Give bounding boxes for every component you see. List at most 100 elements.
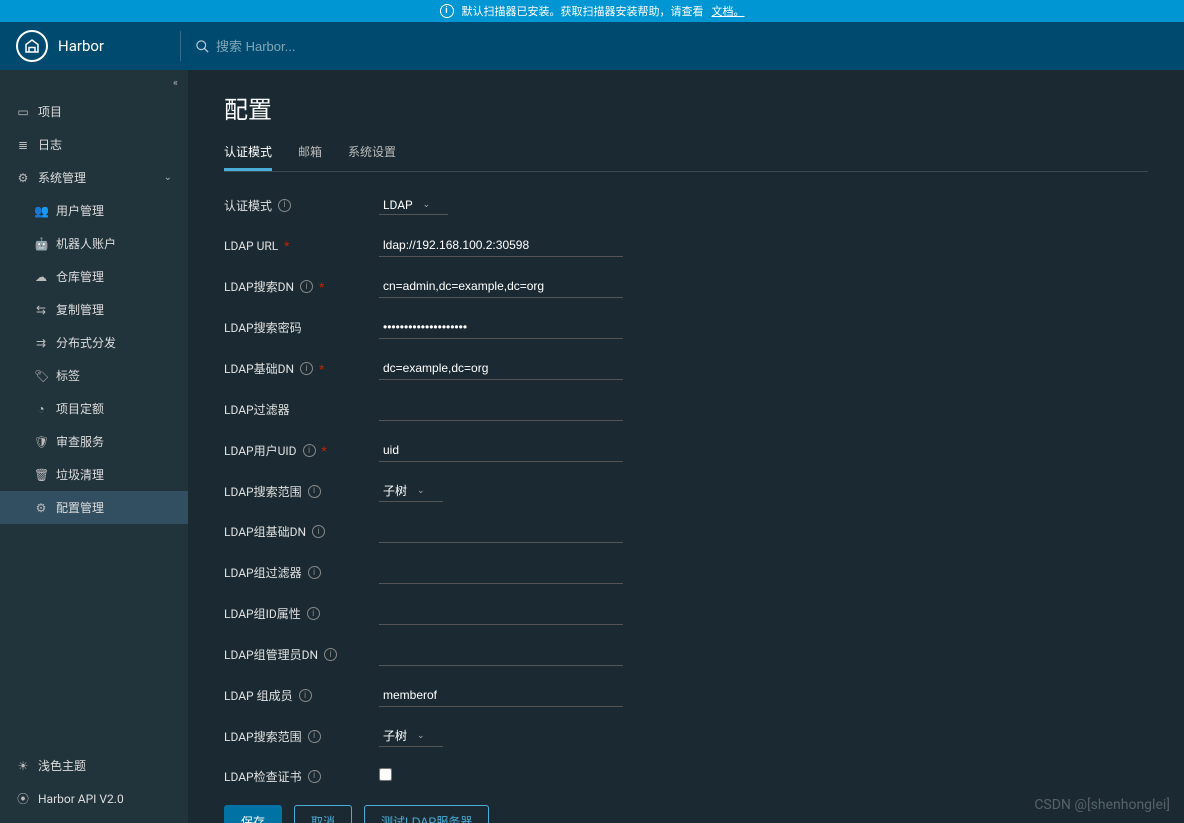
sidebar-item-admin[interactable]: ⚙ 系统管理 ⌄ [0,161,188,194]
sidebar-item-label: 分布式分发 [56,334,116,351]
sidebar-item-label: 仓库管理 [56,268,104,285]
sidebar: « ▭ 项目 ≣ 日志 ⚙ 系统管理 ⌄ 👥 用户管理 🤖机器人账户 ☁ 仓库管理 … [0,70,188,823]
label-ldap-group-member: LDAP 组成员 [224,687,293,704]
auth-mode-select[interactable]: LDAP⌄ [379,196,448,215]
banner-text: 默认扫描器已安装。获取扫描器安装帮助，请查看 [462,3,704,19]
info-icon[interactable]: i [303,444,316,457]
button-row: 保存 取消 测试LDAP服务器 [224,805,1148,823]
ldap-base-dn-input[interactable] [379,357,623,380]
tab-auth[interactable]: 认证模式 [224,143,272,171]
sidebar-item-label: 审查服务 [56,433,104,450]
sidebar-item-label: 系统管理 [38,169,86,186]
label-ldap-group-filter: LDAP组过滤器 [224,564,302,581]
sidebar-item-label: 垃圾清理 [56,466,104,483]
info-icon[interactable]: i [312,525,325,538]
sidebar-item-label: 用户管理 [56,202,104,219]
search-icon [195,39,210,54]
ldap-url-input[interactable] [379,234,623,257]
info-icon[interactable]: i [278,199,291,212]
banner-link[interactable]: 文档。 [712,3,745,19]
sidebar-item-theme[interactable]: ☀浅色主题 [0,749,188,782]
sidebar-item-label: 项目 [38,103,62,120]
sidebar-item-robot[interactable]: 🤖机器人账户 [0,227,188,260]
header: Harbor [0,22,1184,70]
ldap-scope-select[interactable]: 子树⌄ [379,480,443,502]
required-marker: * [322,444,327,458]
info-icon[interactable]: i [300,362,313,375]
info-icon[interactable]: i [324,648,337,661]
label-ldap-group-base-dn: LDAP组基础DN [224,523,306,540]
ldap-filter-input[interactable] [379,398,623,421]
tag-icon: 🏷 [34,369,48,383]
sidebar-item-tags[interactable]: 🏷标签 [0,359,188,392]
main-content: 配置 认证模式 邮箱 系统设置 认证模式iLDAP⌄ LDAP URL* LDA… [188,70,1184,823]
save-button[interactable]: 保存 [224,805,282,823]
chevron-down-icon: ⌄ [417,731,425,741]
label-ldap-search-dn: LDAP搜索DN [224,278,294,295]
sidebar-item-distribute[interactable]: ⇉分布式分发 [0,326,188,359]
sidebar-item-label: 项目定额 [56,400,104,417]
sidebar-item-config[interactable]: ⚙ 配置管理 [0,491,188,524]
chevron-down-icon: ⌄ [164,172,172,183]
test-ldap-button[interactable]: 测试LDAP服务器 [364,805,489,823]
ldap-group-member-input[interactable] [379,684,623,707]
sidebar-item-users[interactable]: 👥 用户管理 [0,194,188,227]
users-icon: 👥 [34,204,48,218]
sidebar-item-projects[interactable]: ▭ 项目 [0,95,188,128]
required-marker: * [319,280,324,294]
sidebar-item-audit[interactable]: 🛡 审查服务 [0,425,188,458]
label-ldap-base-dn: LDAP基础DN [224,360,294,377]
label-ldap-group-admin-dn: LDAP组管理员DN [224,646,318,663]
info-icon[interactable]: i [308,730,321,743]
logo[interactable]: Harbor [16,30,166,62]
label-ldap-scope2: LDAP搜索范围 [224,728,302,745]
ldap-search-pwd-input[interactable] [379,316,623,339]
info-icon[interactable]: i [308,485,321,498]
search-box[interactable] [195,39,1168,54]
projects-icon: ▭ [16,105,30,119]
sidebar-item-api[interactable]: ⦿ Harbor API V2.0 [0,782,188,815]
app-name: Harbor [58,37,104,55]
repo-icon: ☁ [34,270,48,284]
info-icon[interactable]: i [300,280,313,293]
label-auth-mode: 认证模式 [224,197,272,214]
info-icon[interactable]: i [307,607,320,620]
info-icon: i [440,4,454,18]
label-ldap-url: LDAP URL [224,239,278,253]
tab-system[interactable]: 系统设置 [348,143,396,171]
ldap-scope2-select[interactable]: 子树⌄ [379,725,443,747]
api-icon: ⦿ [16,790,30,807]
sun-icon: ☀ [16,759,30,773]
ldap-search-dn-input[interactable] [379,275,623,298]
shield-icon: 🛡 [34,435,48,449]
sidebar-item-logs[interactable]: ≣ 日志 [0,128,188,161]
gear-icon: ⚙ [34,501,48,515]
ldap-group-admin-dn-input[interactable] [379,643,623,666]
info-icon[interactable]: i [308,566,321,579]
sidebar-footer: ☀浅色主题 ⦿ Harbor API V2.0 [0,741,188,823]
collapse-sidebar-button[interactable]: « [0,70,188,95]
info-icon[interactable]: i [299,689,312,702]
sidebar-item-replicate[interactable]: ⇆复制管理 [0,293,188,326]
nav: ▭ 项目 ≣ 日志 ⚙ 系统管理 ⌄ 👥 用户管理 🤖机器人账户 ☁ 仓库管理 ⇆复… [0,95,188,741]
admin-icon: ⚙ [16,171,30,185]
cancel-button[interactable]: 取消 [294,805,352,823]
label-ldap-verify-cert: LDAP检查证书 [224,768,302,785]
sidebar-item-quota[interactable]: ◔ 项目定额 [0,392,188,425]
sidebar-item-gc[interactable]: 🗑垃圾清理 [0,458,188,491]
tab-email[interactable]: 邮箱 [298,143,322,171]
sidebar-item-repo[interactable]: ☁ 仓库管理 [0,260,188,293]
ldap-uid-input[interactable] [379,439,623,462]
sidebar-item-label: Harbor API V2.0 [38,792,124,806]
ldap-group-base-dn-input[interactable] [379,520,623,543]
ldap-group-filter-input[interactable] [379,561,623,584]
sidebar-item-label: 日志 [38,136,62,153]
ldap-verify-cert-checkbox[interactable] [379,768,392,781]
sidebar-item-label: 机器人账户 [56,235,116,252]
ldap-group-id-input[interactable] [379,602,623,625]
search-input[interactable] [216,39,516,54]
label-ldap-uid: LDAP用户UID [224,442,297,459]
info-icon[interactable]: i [308,770,321,783]
quota-icon: ◔ [34,402,48,416]
sidebar-item-label: 配置管理 [56,499,104,516]
